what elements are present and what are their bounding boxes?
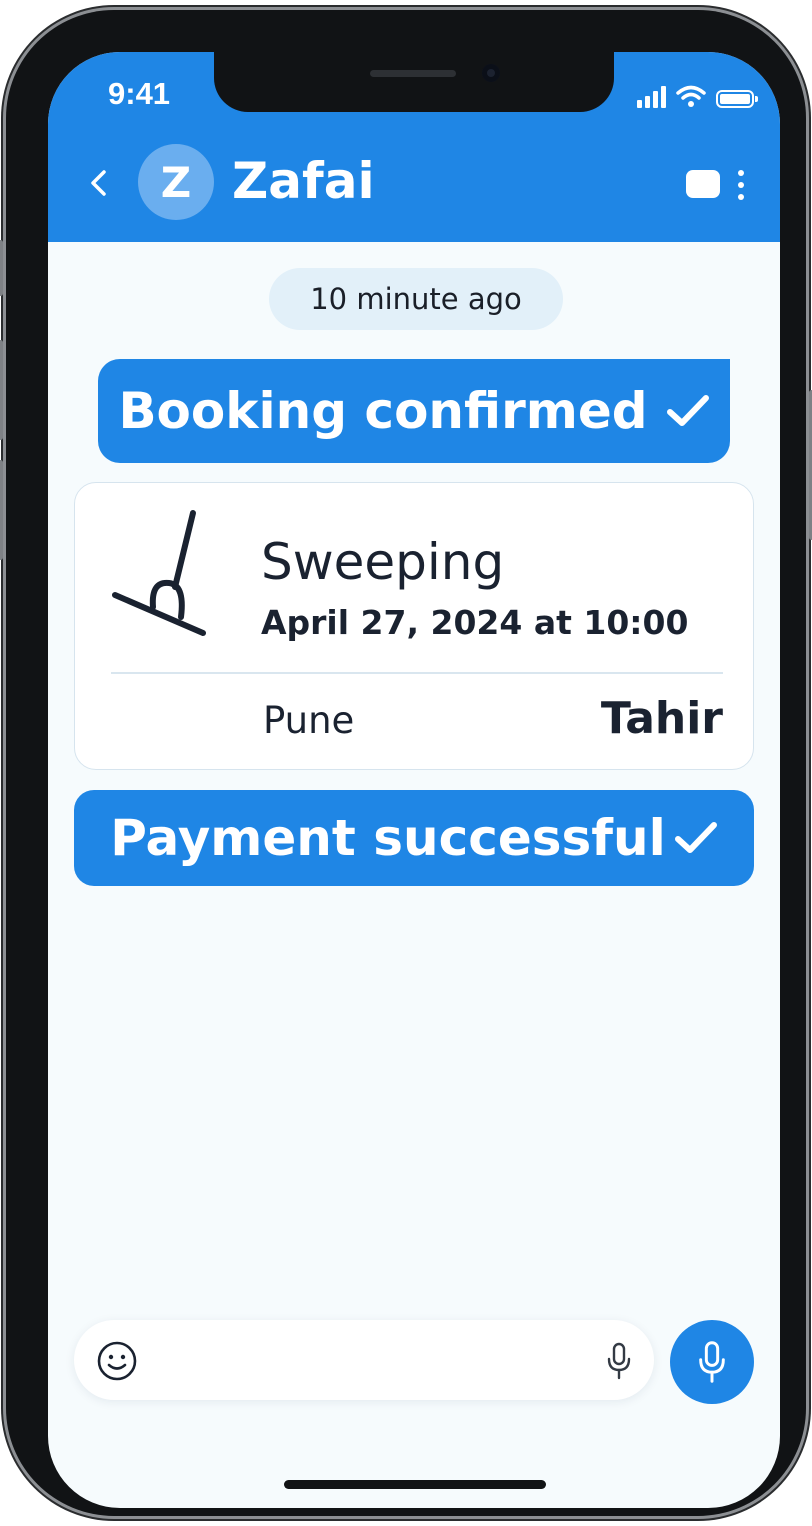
booking-confirmed-message: Booking confirmed <box>98 359 730 463</box>
mute-switch <box>0 240 3 296</box>
broom-icon <box>112 510 206 636</box>
message-composer <box>74 1320 654 1400</box>
signal-icon <box>637 86 666 108</box>
avatar-initial: Z <box>160 157 192 207</box>
service-location: Pune <box>263 699 355 742</box>
video-icon[interactable] <box>686 170 720 198</box>
check-icon <box>666 395 709 426</box>
booking-card[interactable]: Sweeping April 27, 2024 at 10:00 Pune Ta… <box>74 482 754 770</box>
microphone-icon[interactable] <box>604 1342 634 1380</box>
chat-title: Zafai <box>232 152 375 210</box>
home-indicator[interactable] <box>284 1480 546 1489</box>
more-vertical-icon[interactable] <box>734 170 748 200</box>
booking-message-text: Booking confirmed <box>118 382 648 440</box>
phone-frame: 9:41 Z Zafai 10 minute ago Booking confi… <box>0 10 812 1516</box>
payment-message-text: Payment successful <box>110 809 666 867</box>
voice-record-button[interactable] <box>670 1320 754 1404</box>
payment-successful-message: Payment successful <box>74 790 754 886</box>
back-button[interactable] <box>84 168 114 198</box>
front-camera <box>482 64 500 82</box>
avatar[interactable]: Z <box>138 144 214 220</box>
service-name: Sweeping <box>261 533 505 591</box>
smiley-icon[interactable] <box>96 1340 138 1382</box>
speaker <box>370 70 456 77</box>
volume-up-button <box>0 340 3 440</box>
battery-icon <box>716 90 758 108</box>
volume-down-button <box>0 460 3 560</box>
chat-screen: 9:41 Z Zafai 10 minute ago Booking confi… <box>48 52 780 1508</box>
check-icon <box>674 822 717 853</box>
service-provider: Tahir <box>600 693 723 744</box>
microphone-icon <box>699 1341 725 1383</box>
message-input[interactable] <box>158 1336 562 1386</box>
status-time: 9:41 <box>108 76 171 111</box>
card-divider <box>111 672 723 674</box>
notch <box>214 52 614 112</box>
status-icons <box>637 84 758 108</box>
wifi-icon <box>676 85 706 107</box>
service-datetime: April 27, 2024 at 10:00 <box>261 603 689 642</box>
message-timestamp: 10 minute ago <box>269 268 563 330</box>
